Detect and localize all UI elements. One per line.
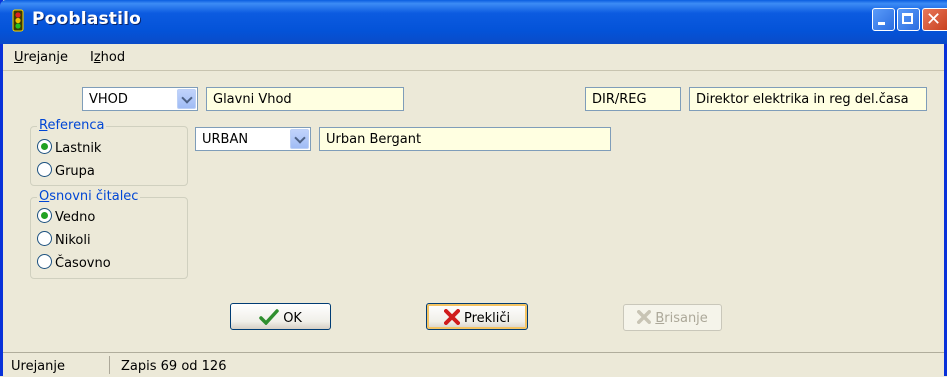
osnovni-title-label: snovni čitalec (49, 189, 139, 204)
status-mode: Urejanje (11, 359, 65, 374)
radio-casovno[interactable]: Časovno (37, 254, 111, 271)
maximize-icon (902, 13, 913, 24)
radio-nikoli-label: Nikoli (55, 233, 91, 248)
minimize-button[interactable] (872, 8, 895, 31)
title-bar[interactable]: Pooblastilo ✕ (0, 0, 947, 44)
red-x-icon (443, 309, 460, 325)
radio-grupa[interactable]: Grupa (37, 162, 95, 179)
osnovni-citalec-group-title: Osnovni čitalec (37, 189, 141, 204)
radio-vedno[interactable]: Vedno (37, 208, 95, 225)
menu-urejanje-label: rejanje (23, 50, 68, 65)
close-button[interactable]: ✕ (922, 8, 947, 31)
menu-urejanje[interactable]: Urejanje (14, 50, 68, 65)
referenca-group-title: Referenca (37, 118, 107, 133)
close-icon: ✕ (926, 9, 942, 30)
window-title: Pooblastilo (32, 9, 142, 29)
chevron-down-icon[interactable] (290, 129, 309, 149)
code-description-field[interactable]: Direktor elektrika in reg del.časa (689, 87, 927, 111)
referenca-title-label: eferenca (47, 118, 105, 133)
radio-grupa-label: Grupa (55, 164, 95, 179)
radio-vedno-label: Vedno (55, 210, 96, 225)
cancel-button[interactable]: Prekliči (426, 303, 528, 330)
osnovni-citalec-group: Osnovni čitalec Vedno Nikoli Časovno (30, 189, 188, 279)
app-window: Pooblastilo ✕ Urejanje Izhod VHOD Glavni… (0, 0, 947, 377)
person-name-field[interactable]: Urban Bergant (319, 127, 611, 151)
maximize-button[interactable] (897, 8, 920, 31)
radio-lastnik[interactable]: Lastnik (37, 139, 101, 156)
ok-button-label: OK (283, 311, 302, 326)
menu-izhod-label: hod (100, 50, 126, 65)
ok-button[interactable]: OK (230, 303, 331, 330)
radio-unselected-icon[interactable] (37, 231, 52, 246)
entrance-combo[interactable]: VHOD (82, 87, 198, 111)
delete-button-accel: B (655, 311, 665, 326)
traffic-light-icon (12, 9, 24, 32)
minimize-icon (878, 22, 885, 25)
radio-unselected-icon[interactable] (37, 254, 52, 269)
osnovni-title-accel: O (39, 189, 50, 204)
entrance-combo-value: VHOD (89, 92, 128, 107)
delete-button-label: risanje (664, 311, 708, 326)
menu-bar: Urejanje Izhod (3, 44, 944, 71)
menu-izhod[interactable]: Izhod (90, 50, 125, 65)
delete-x-icon (637, 310, 652, 324)
status-divider (109, 356, 110, 374)
radio-casovno-label: Časovno (55, 256, 111, 271)
radio-lastnik-label: Lastnik (55, 141, 102, 156)
checkmark-icon (259, 309, 279, 326)
cancel-button-content: Prekliči (443, 309, 511, 326)
status-record: Zapis 69 od 126 (121, 359, 227, 374)
form-area: VHOD Glavni Vhod DIR/REG Direktor elektr… (3, 71, 944, 352)
ok-button-content: OK (259, 309, 302, 326)
menu-urejanje-accel: U (14, 50, 24, 65)
entrance-name-field[interactable]: Glavni Vhod (206, 87, 404, 111)
radio-selected-icon[interactable] (37, 139, 52, 154)
radio-unselected-icon[interactable] (37, 162, 52, 177)
person-combo[interactable]: URBAN (195, 127, 311, 151)
menu-izhod-accel: z (93, 50, 101, 65)
cancel-button-label: Prekliči (463, 311, 511, 326)
status-bar: Urejanje Zapis 69 od 126 (3, 352, 944, 377)
radio-nikoli[interactable]: Nikoli (37, 231, 91, 248)
person-combo-value: URBAN (202, 132, 249, 147)
delete-button-content: Brisanje (637, 310, 708, 326)
referenca-group: Referenca Lastnik Grupa (30, 118, 188, 186)
delete-button[interactable]: Brisanje (623, 304, 722, 331)
code-field[interactable]: DIR/REG (585, 87, 681, 111)
radio-selected-icon[interactable] (37, 208, 52, 223)
chevron-down-icon[interactable] (177, 89, 196, 109)
